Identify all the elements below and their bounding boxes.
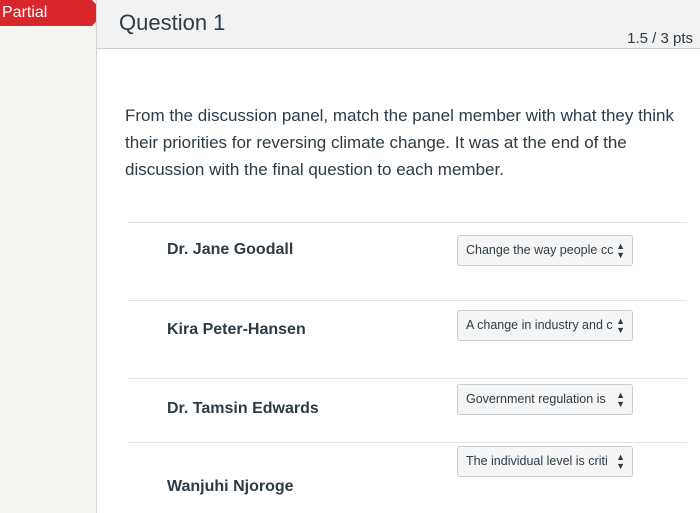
answer-select[interactable]: Government regulation is ▲ ▼ <box>457 384 633 415</box>
partial-status-tag: Partial <box>0 0 104 26</box>
question-title: Question 1 <box>119 10 226 35</box>
match-row: Dr. Jane Goodall Change the way people c… <box>127 222 687 293</box>
panel-member-name: Dr. Jane Goodall <box>167 241 294 258</box>
answer-select[interactable]: Change the way people cc ▲ ▼ <box>457 235 633 266</box>
question-prompt: From the discussion panel, match the pan… <box>125 106 674 179</box>
panel-member-name: Kira Peter-Hansen <box>167 321 306 338</box>
panel-member-name: Dr. Tamsin Edwards <box>167 400 319 417</box>
updown-chevron-icon: ▲ ▼ <box>616 389 625 409</box>
match-row: Kira Peter-Hansen A change in industry a… <box>127 300 687 371</box>
question-points: 1.5 / 3 pts <box>627 30 693 47</box>
selected-answer: The individual level is criti <box>466 454 608 468</box>
answer-select[interactable]: The individual level is criti ▲ ▼ <box>457 446 633 477</box>
quiz-page: Partial Question 1 1.5 / 3 pts From the … <box>0 0 700 513</box>
match-row: Dr. Tamsin Edwards Government regulation… <box>127 378 687 449</box>
answer-select[interactable]: A change in industry and c ▲ ▼ <box>457 310 633 341</box>
question-card: Question 1 1.5 / 3 pts From the discussi… <box>96 0 700 513</box>
updown-chevron-icon: ▲ ▼ <box>616 451 625 471</box>
updown-chevron-icon: ▲ ▼ <box>616 240 625 260</box>
match-row: Wanjuhi Njoroge The individual level is … <box>127 442 687 513</box>
panel-member-name: Wanjuhi Njoroge <box>167 478 294 495</box>
updown-chevron-icon: ▲ ▼ <box>616 315 625 335</box>
question-header: Question 1 1.5 / 3 pts <box>97 0 700 49</box>
selected-answer: A change in industry and c <box>466 318 613 332</box>
selected-answer: Government regulation is <box>466 392 606 406</box>
selected-answer: Change the way people cc <box>466 243 614 257</box>
